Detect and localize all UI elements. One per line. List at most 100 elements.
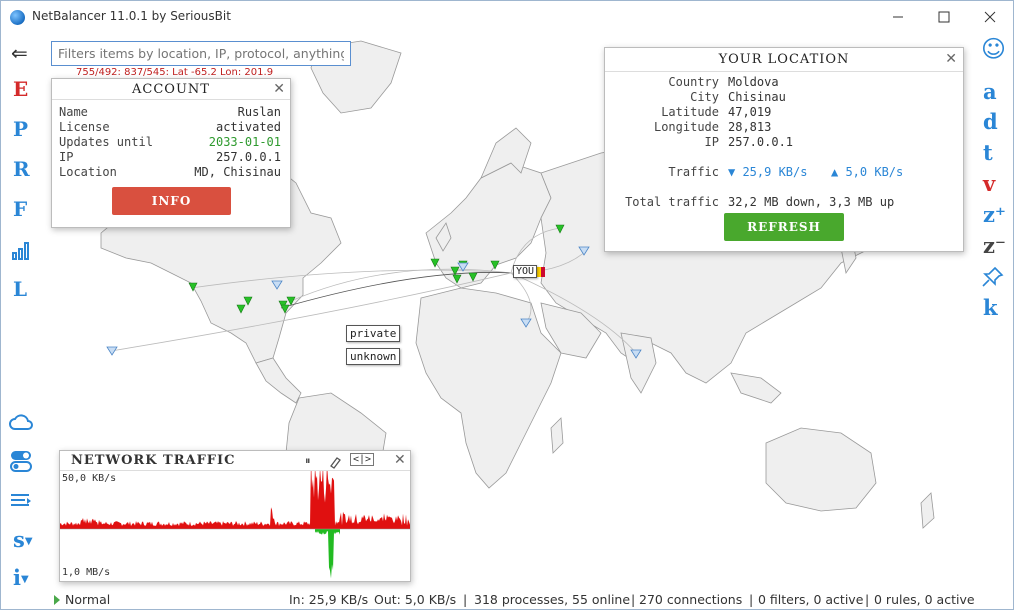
list-icon[interactable]: [9, 491, 33, 515]
country-label: Country: [668, 75, 719, 89]
account-row-label: Updates until: [59, 135, 153, 149]
window-title: NetBalancer 11.0.1 by SeriousBit: [32, 9, 231, 23]
toolbar-d[interactable]: d: [983, 109, 998, 134]
traffic-label: Traffic: [668, 165, 719, 179]
close-button[interactable]: [967, 1, 1013, 33]
country-value: Moldova: [728, 75, 779, 89]
account-row-label: IP: [59, 150, 74, 164]
close-icon[interactable]: ✕: [945, 51, 957, 67]
landmass-new-zealand: [920, 492, 935, 529]
sep: |: [749, 592, 754, 607]
traffic-up-value: ▲ 5,0 KB/s: [831, 165, 904, 179]
account-title: ACCOUNT: [132, 82, 210, 97]
total-traffic-value: 32,2 MB down, 3,3 MB up: [728, 195, 895, 209]
account-row-value: 2033-01-01: [208, 135, 281, 149]
sep: |: [463, 592, 468, 607]
network-traffic-title: NETWORK TRAFFIC: [71, 453, 236, 468]
mode-status[interactable]: Normal: [65, 592, 110, 607]
refresh-button[interactable]: REFRESH: [724, 213, 844, 241]
toolbar-e[interactable]: E: [13, 77, 28, 101]
latitude-label: Latitude: [661, 105, 719, 119]
landmass-africa: [415, 287, 562, 489]
toolbar-a[interactable]: a: [983, 79, 997, 104]
close-icon[interactable]: ✕: [273, 81, 285, 97]
right-toolbar: ☺ a d t v z⁺ z⁻ k: [975, 33, 1013, 589]
toolbar-zoom-in[interactable]: z⁺: [983, 202, 1006, 227]
maximize-icon: [938, 11, 950, 23]
status-bar: Normal In: 25,9 KB/s Out: 5,0 KB/s | 318…: [1, 589, 1013, 611]
left-toolbar: ⇐ E P R F L s▼ i▼: [1, 33, 41, 590]
city-value: Chisinau: [728, 90, 786, 104]
globe-icon: [10, 10, 25, 25]
processes-status: 318 processes, 55 online: [474, 592, 631, 607]
cursor-coordinates: 755/492: 837/545: Lat -65.2 Lon: 201.9: [76, 67, 274, 78]
account-row-value: activated: [215, 120, 281, 134]
longitude-label: Longitude: [653, 120, 719, 134]
caret-down-icon: ▼: [20, 574, 29, 585]
account-row-value: 257.0.0.1: [215, 150, 281, 164]
in-rate: In: 25,9 KB/s: [289, 592, 369, 607]
toolbar-l[interactable]: L: [13, 277, 27, 301]
account-row-label: License: [59, 120, 110, 134]
minimize-icon: [893, 16, 903, 18]
traffic-graph: [60, 471, 410, 579]
you-label: YOU: [513, 265, 538, 278]
account-row-label: Location: [59, 165, 117, 179]
toolbar-t[interactable]: t: [983, 140, 993, 165]
longitude-value: 28,813: [728, 120, 772, 134]
maximize-button[interactable]: [921, 1, 967, 33]
landmass-australia: [765, 427, 877, 512]
account-row-label: Name: [59, 105, 88, 119]
traffic-down-value: ▼ 25,9 KB/s: [728, 165, 808, 179]
ip-label: IP: [704, 135, 719, 149]
toggle-icon[interactable]: [9, 449, 33, 477]
pin-icon[interactable]: [981, 265, 1005, 293]
toolbar-f[interactable]: F: [13, 197, 27, 221]
account-row-value: Ruslan: [237, 105, 281, 119]
play-icon[interactable]: [53, 594, 61, 609]
back-arrow-icon[interactable]: ⇐: [11, 41, 28, 65]
out-rate: Out: 5,0 KB/s: [374, 592, 457, 607]
pause-icon[interactable]: ⏸: [305, 454, 311, 468]
connections-status: 270 connections: [639, 592, 743, 607]
account-panel: ACCOUNT ✕ Name Ruslan License activated Upda…: [51, 78, 291, 228]
unknown-label[interactable]: unknown: [346, 348, 401, 365]
toolbar-r[interactable]: R: [13, 157, 30, 181]
private-label[interactable]: private: [346, 325, 401, 342]
account-row-value: MD, Chisinau: [194, 165, 281, 179]
toolbar-k[interactable]: k: [983, 295, 998, 320]
total-traffic-label: Total traffic: [625, 195, 719, 209]
app-window: NetBalancer 11.0.1 by SeriousBit YOU pri…: [0, 0, 1014, 610]
rules-status: 0 rules, 0 active: [874, 592, 975, 607]
download-series: [60, 471, 410, 529]
toolbar-zoom-out[interactable]: z⁻: [983, 233, 1006, 258]
toolbar-i[interactable]: i▼: [13, 565, 29, 590]
latitude-value: 47,019: [728, 105, 772, 119]
sep: |: [631, 592, 636, 607]
close-icon: [984, 11, 996, 23]
filter-input[interactable]: [51, 41, 351, 66]
info-button[interactable]: INFO: [112, 187, 231, 215]
toolbar-s[interactable]: s▼: [13, 527, 33, 552]
landmass-central-america: [255, 357, 302, 404]
landmass-india: [620, 332, 657, 394]
nav-button[interactable]: <|>: [350, 453, 375, 466]
location-panel: YOUR LOCATION ✕ Country Moldova City Chi…: [604, 47, 964, 252]
filters-status: 0 filters, 0 active: [758, 592, 864, 607]
city-label: City: [690, 90, 719, 104]
network-traffic-panel: NETWORK TRAFFIC ⏸ <|> ✕ 50,0 KB/s 1,0 MB…: [59, 450, 411, 582]
cloud-icon[interactable]: [9, 411, 33, 437]
landmass-madagascar: [550, 417, 564, 454]
close-icon[interactable]: ✕: [394, 452, 406, 468]
smiley-icon[interactable]: ☺: [981, 35, 1006, 63]
minimize-button[interactable]: [875, 1, 921, 33]
sep: |: [865, 592, 870, 607]
upload-series: [315, 529, 340, 579]
bar-chart-icon[interactable]: [11, 239, 33, 265]
title-bar: NetBalancer 11.0.1 by SeriousBit: [1, 1, 1013, 33]
toolbar-v[interactable]: v: [983, 171, 995, 196]
caret-down-icon: ▼: [24, 536, 33, 547]
landmass-indonesia: [730, 372, 782, 404]
toolbar-p[interactable]: P: [13, 117, 28, 141]
location-title: YOUR LOCATION: [718, 52, 850, 67]
